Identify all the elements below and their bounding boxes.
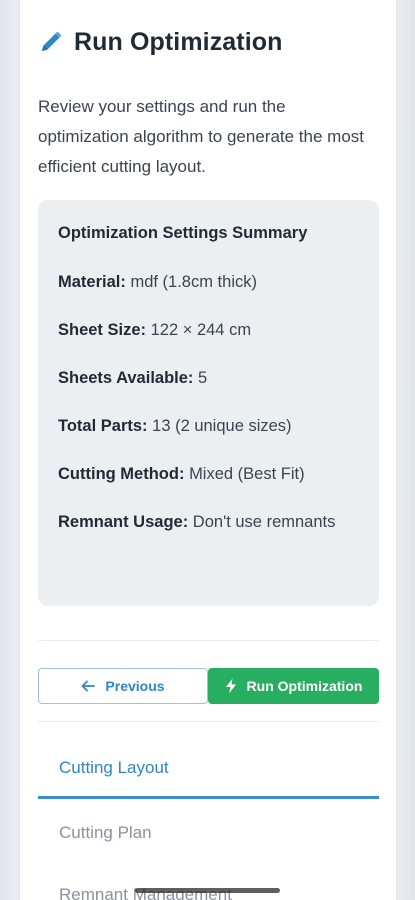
summary-value: 13 (2 unique sizes) [152,417,292,435]
summary-value: 5 [198,369,208,387]
previous-button[interactable]: Previous [38,668,208,704]
summary-value: Mixed (Best Fit) [189,465,305,483]
summary-label: Sheet Size: [58,321,147,339]
summary-value: mdf (1.8cm thick) [130,273,257,291]
section-divider [38,640,379,641]
tab-cutting-layout[interactable]: Cutting Layout [59,758,169,778]
settings-summary-panel: Optimization Settings Summary Material: … [38,200,379,606]
page-description: Review your settings and run the optimiz… [38,97,365,176]
summary-row-material: Material: mdf (1.8cm thick) [58,268,358,296]
summary-label: Sheets Available: [58,369,194,387]
arrow-left-icon [81,680,96,692]
home-indicator[interactable] [135,888,280,893]
summary-value: 122 × 244 cm [150,321,252,339]
previous-label: Previous [105,678,165,694]
summary-label: Total Parts: [58,417,148,435]
run-optimization-label: Run Optimization [246,678,363,694]
summary-label: Remnant Usage: [58,513,189,531]
page-title: Run Optimization [74,27,283,56]
summary-row-sheet-size: Sheet Size: 122 × 244 cm [58,316,358,344]
run-optimization-button[interactable]: Run Optimization [208,668,379,704]
page-header: Run Optimization [38,24,283,60]
active-tab-indicator [38,796,379,799]
app-frame: Run Optimization Review your settings an… [0,0,415,900]
section-divider [38,721,379,722]
summary-row-total-parts: Total Parts: 13 (2 unique sizes) [58,412,358,440]
summary-value: Don't use remnants [192,513,336,531]
summary-row-remnant-usage: Remnant Usage: Don't use remnants [58,508,358,536]
summary-label: Cutting Method: [58,465,185,483]
summary-heading: Optimization Settings Summary [58,224,308,242]
summary-label: Material: [58,273,126,291]
pencil-icon [38,29,64,55]
tab-cutting-plan[interactable]: Cutting Plan [59,823,152,843]
summary-row-sheets-available: Sheets Available: 5 [58,364,358,392]
summary-row-cutting-method: Cutting Method: Mixed (Best Fit) [58,460,358,488]
lightning-bolt-icon [225,678,237,694]
